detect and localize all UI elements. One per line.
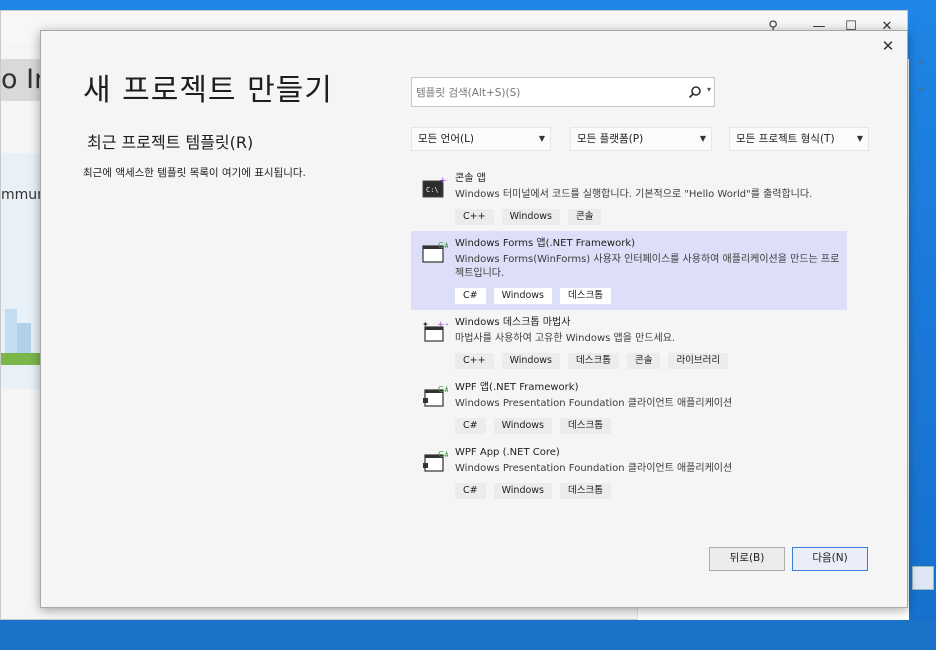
template-tags: C# Windows 데스크톱 (455, 418, 847, 434)
tag: 데스크톱 (560, 288, 611, 304)
template-tags: C++ Windows 데스크톱 콘솔 라이브러리 (455, 353, 847, 369)
template-tags: C++ Windows 콘솔 (455, 209, 847, 225)
template-item-console-app[interactable]: C:\ ++ 콘솔 앱 Windows 터미널에서 코드를 실행합니다. 기본적… (411, 166, 847, 231)
template-name: WPF 앱(.NET Framework) (455, 382, 579, 393)
tag: C# (455, 483, 486, 499)
tag: 라이브러리 (668, 353, 729, 369)
search-input[interactable] (416, 84, 676, 102)
svg-text:C#: C# (438, 385, 448, 394)
template-tags: C# Windows 데스크톱 (455, 483, 847, 499)
recent-templates-note: 최근에 액세스한 템플릿 목록이 여기에 표시됩니다. (83, 167, 306, 179)
platform-filter-label: 모든 플랫폼(P) (577, 133, 644, 145)
project-type-filter-label: 모든 프로젝트 형식(T) (736, 133, 835, 145)
chevron-up-icon: ⌃ (916, 58, 927, 72)
template-tags: C# Windows 데스크톱 (455, 288, 847, 304)
chevron-down-icon: ⌄ (916, 80, 927, 94)
create-project-dialog: ✕ 새 프로젝트 만들기 최근 프로젝트 템플릿(R) 최근에 액세스한 템플릿… (40, 30, 908, 608)
tag: 콘솔 (626, 353, 661, 369)
tag: C# (455, 288, 486, 304)
tag: 데스크톱 (560, 483, 611, 499)
grass-shape (1, 353, 41, 365)
platform-filter[interactable]: 모든 플랫폼(P) ▼ (570, 127, 712, 151)
chevron-down-icon: ▼ (856, 134, 863, 143)
chevron-down-icon: ▼ (538, 134, 545, 143)
tag: Windows (493, 418, 553, 434)
project-type-filter[interactable]: 모든 프로젝트 형식(T) ▼ (729, 127, 869, 151)
template-description: Windows 터미널에서 코드를 실행합니다. 기본적으로 "Hello Wo… (455, 189, 813, 200)
tag: Windows (493, 483, 553, 499)
tag: Windows (501, 353, 560, 369)
template-item-wpf-core[interactable]: C# WPF App (.NET Core) Windows Presentat… (411, 440, 847, 505)
template-description: 마법사를 사용하여 고유한 Windows 앱을 만드세요. (455, 333, 676, 344)
template-list: C:\ ++ 콘솔 앱 Windows 터미널에서 코드를 실행합니다. 기본적… (411, 166, 847, 505)
building-shape (5, 309, 17, 359)
svg-text:✦: ✦ (422, 320, 429, 329)
chevron-down-icon[interactable]: ▾ (707, 85, 711, 94)
tag: C++ (455, 209, 494, 225)
svg-text:++: ++ (437, 320, 448, 330)
next-button[interactable]: 다음(N) (792, 547, 868, 571)
template-description: Windows Presentation Foundation 클라이언트 애플… (455, 463, 733, 474)
winforms-icon: C# (422, 241, 448, 263)
svg-text:C#: C# (438, 241, 448, 250)
svg-text:C:\: C:\ (426, 186, 439, 194)
template-name: Windows Forms 앱(.NET Framework) (455, 238, 636, 249)
tag: 데스크톱 (560, 418, 611, 434)
background-text: mmun (1, 187, 41, 203)
tag: Windows (501, 209, 560, 225)
tag: 콘솔 (567, 209, 602, 225)
tag: C++ (455, 353, 494, 369)
template-item-desktop-wizard[interactable]: ✦ ++ Windows 데스크톱 마법사 마법사를 사용하여 고유한 Wind… (411, 310, 847, 375)
language-filter-label: 모든 언어(L) (418, 133, 475, 145)
search-icon[interactable] (688, 85, 702, 99)
svg-text:++: ++ (439, 176, 448, 186)
template-name: 콘솔 앱 (455, 173, 486, 184)
template-description: Windows Forms(WinForms) 사용자 인터페이스를 사용하여 … (455, 254, 840, 279)
tag: C# (455, 418, 486, 434)
chevron-down-icon: ▼ (699, 134, 706, 143)
background-heading: o In (1, 59, 41, 101)
console-app-icon: C:\ ++ (422, 176, 448, 198)
tag: 데스크톱 (567, 353, 619, 369)
svg-text:C#: C# (438, 450, 448, 459)
template-name: Windows 데스크톱 마법사 (455, 317, 571, 328)
template-item-wpf-framework[interactable]: C# WPF 앱(.NET Framework) Windows Present… (411, 375, 847, 440)
page-title: 새 프로젝트 만들기 (83, 73, 333, 108)
back-button[interactable]: 뒤로(B) (709, 547, 785, 571)
template-name: WPF App (.NET Core) (455, 447, 560, 458)
language-filter[interactable]: 모든 언어(L) ▼ (411, 127, 551, 151)
recent-templates-header: 최근 프로젝트 템플릿(R) (87, 133, 254, 152)
close-icon[interactable]: ✕ (879, 37, 897, 55)
wpf-icon: C# (423, 385, 448, 407)
grid-icon[interactable] (912, 566, 934, 590)
search-box[interactable]: ▾ (411, 77, 715, 107)
desktop-wizard-icon: ✦ ++ (422, 320, 448, 342)
template-description: Windows Presentation Foundation 클라이언트 애플… (455, 398, 733, 409)
desktop-bottom-strip (0, 620, 936, 650)
tag: Windows (493, 288, 553, 304)
template-item-winforms[interactable]: C# Windows Forms 앱(.NET Framework) Windo… (411, 231, 847, 310)
wpf-core-icon: C# (423, 450, 448, 472)
